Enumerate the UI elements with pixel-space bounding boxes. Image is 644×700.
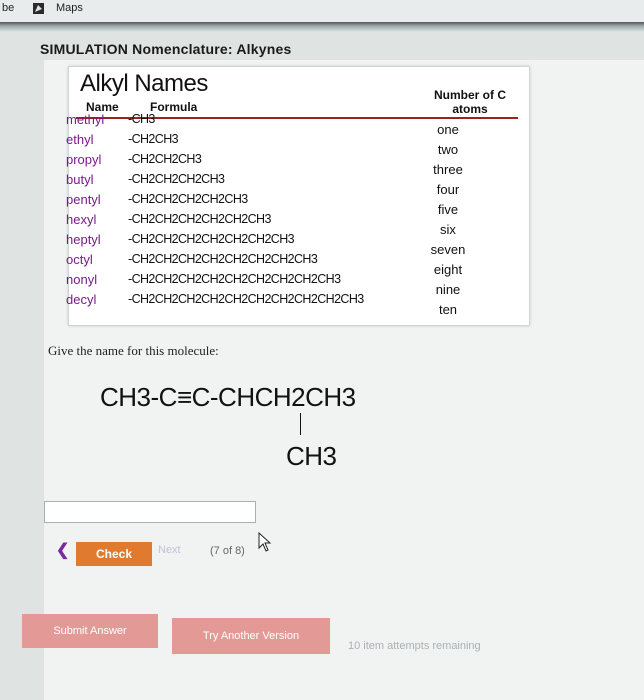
molecule-main-text: CH3-C≡C-CHCH2CH3 — [100, 382, 356, 412]
mouse-pointer-icon — [258, 532, 272, 552]
row-name: decyl — [66, 292, 97, 307]
row-carbon-count: six — [440, 222, 456, 237]
check-button[interactable]: Check — [76, 542, 152, 566]
row-name: hexyl — [66, 212, 97, 227]
column-header-number: Number of C atoms — [434, 88, 506, 116]
answer-input[interactable] — [44, 501, 256, 523]
row-carbon-count: five — [437, 202, 459, 217]
row-name: butyl — [66, 172, 94, 187]
molecule-branch: CH3 — [286, 441, 337, 471]
row-formula: -CH2CH2CH2CH2CH2CH2CH2CH3 — [128, 252, 318, 266]
row-formula: -CH2CH2CH3 — [128, 152, 202, 166]
next-button[interactable]: Next — [158, 544, 181, 556]
row-formula: -CH2CH2CH2CH2CH2CH3 — [128, 212, 271, 226]
row-formula: -CH2CH2CH2CH2CH2CH2CH2CH2CH2CH3 — [128, 292, 364, 306]
row-name: methyl — [66, 112, 105, 127]
row-carbon-count: four — [436, 182, 460, 197]
row-carbon-count: three — [433, 162, 463, 177]
row-formula: -CH3 — [128, 112, 155, 126]
row-name: nonyl — [66, 272, 98, 287]
row-carbon-count: one — [437, 122, 459, 137]
row-formula: -CH2CH2CH2CH3 — [128, 172, 225, 186]
attempts-remaining: 10 item attempts remaining — [348, 640, 481, 652]
bookmark-partial[interactable]: be — [2, 2, 14, 14]
previous-arrow-icon[interactable]: ❮ — [56, 540, 69, 560]
row-name: heptyl — [66, 232, 101, 247]
browser-bookmarks-bar: be Maps — [0, 0, 644, 23]
try-another-version-button[interactable]: Try Another Version — [172, 618, 330, 654]
molecule-main-chain: CH3-C≡C-CHCH2CH3 — [100, 382, 356, 413]
row-name: ethyl — [66, 132, 94, 147]
row-formula: -CH2CH2CH2CH2CH2CH2CH3 — [128, 232, 295, 246]
bookmark-maps[interactable]: Maps — [56, 2, 83, 14]
maps-icon[interactable] — [33, 3, 44, 14]
row-formula: -CH2CH3 — [128, 132, 179, 146]
question-prompt: Give the name for this molecule: — [48, 343, 219, 358]
row-carbon-count: two — [437, 142, 459, 157]
molecule-branch-bond — [300, 413, 301, 435]
row-formula: -CH2CH2CH2CH2CH3 — [128, 192, 248, 206]
question-progress: (7 of 8) — [210, 545, 245, 557]
toolbar-divider — [0, 22, 644, 32]
row-carbon-count: seven — [430, 242, 466, 257]
submit-answer-button[interactable]: Submit Answer — [22, 614, 158, 648]
row-name: pentyl — [66, 192, 101, 207]
column-header-formula: Formula — [150, 100, 198, 114]
row-carbon-count: eight — [433, 262, 463, 277]
row-name: propyl — [66, 152, 102, 167]
row-carbon-count: nine — [435, 282, 461, 297]
row-formula: -CH2CH2CH2CH2CH2CH2CH2CH2CH3 — [128, 272, 341, 286]
row-name: octyl — [66, 252, 93, 267]
simulation-title: SIMULATION Nomenclature: Alkynes — [40, 41, 292, 57]
table-heading: Alkyl Names — [80, 70, 208, 97]
row-carbon-count: ten — [438, 302, 458, 317]
